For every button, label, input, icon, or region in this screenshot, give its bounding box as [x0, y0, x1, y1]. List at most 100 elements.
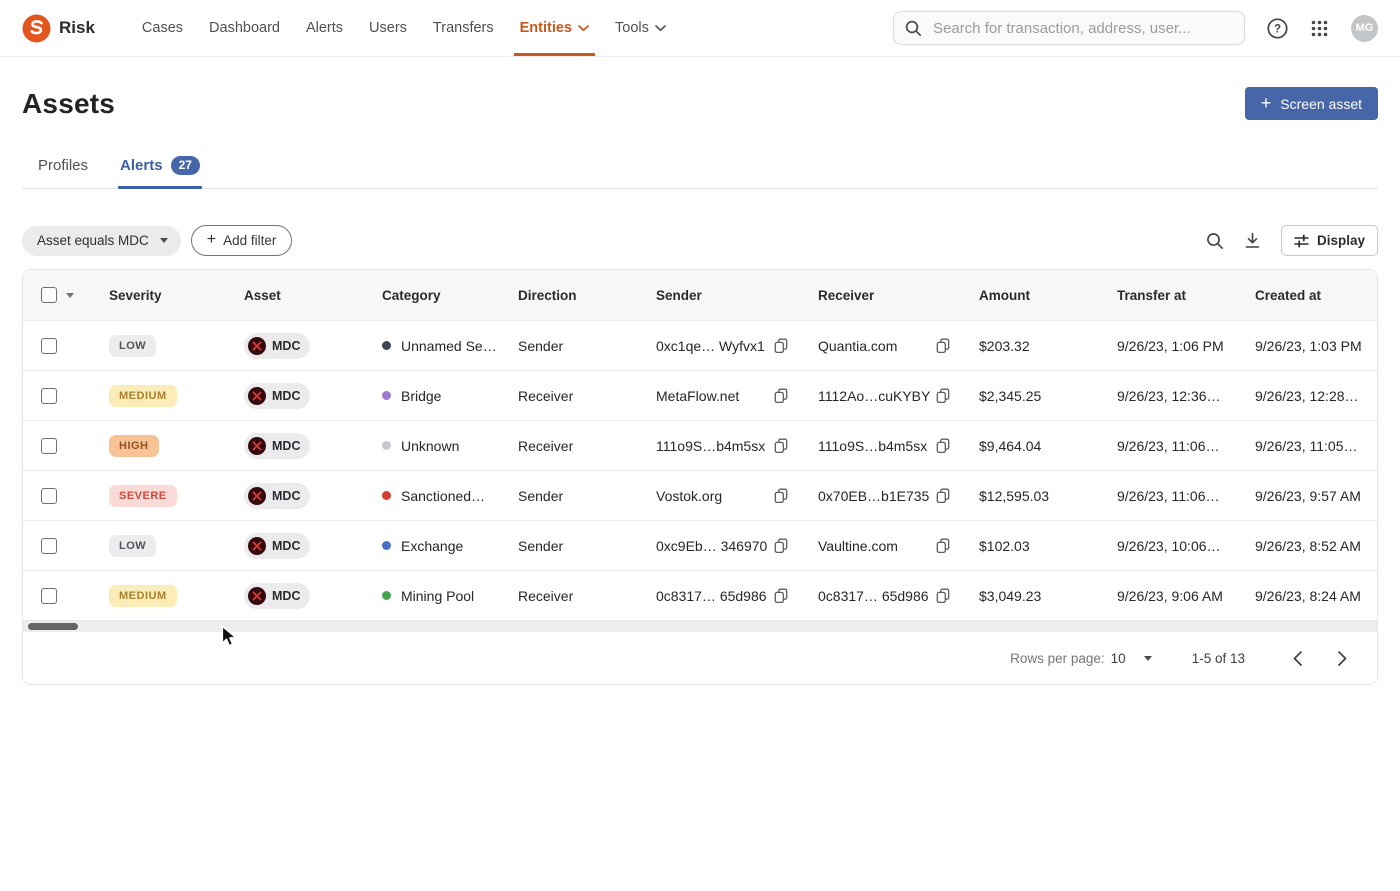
column-header-direction[interactable]: Direction	[518, 288, 656, 303]
copy-receiver-button[interactable]	[936, 438, 950, 454]
table-row[interactable]: MEDIUM MDC Bridge Receiver	[23, 370, 1377, 420]
global-search[interactable]	[893, 11, 1245, 45]
copy-receiver-button[interactable]	[936, 488, 950, 504]
brand[interactable]: Risk	[22, 0, 95, 56]
download-icon	[1244, 232, 1261, 249]
copy-receiver-button[interactable]	[936, 388, 950, 404]
copy-receiver-button[interactable]	[936, 588, 950, 604]
avatar[interactable]: MG	[1351, 15, 1378, 42]
nav-item-users[interactable]: Users	[356, 0, 420, 56]
created-at-cell: 9/26/23, 9:57 AM	[1255, 488, 1377, 504]
add-filter-button[interactable]: + Add filter	[191, 225, 293, 256]
table-row[interactable]: HIGH MDC Unknown Receiver	[23, 420, 1377, 470]
nav-item-dashboard[interactable]: Dashboard	[196, 0, 293, 56]
scrollbar-thumb[interactable]	[28, 623, 78, 630]
sender-value: Vostok.org	[656, 488, 722, 504]
category-dot	[382, 341, 391, 350]
copy-icon	[936, 438, 950, 454]
category-label: Unnamed Se…	[401, 338, 497, 354]
severity-badge: LOW	[109, 535, 156, 557]
nav-item-tools[interactable]: Tools	[602, 0, 679, 56]
nav-item-cases[interactable]: Cases	[129, 0, 196, 56]
row-checkbox[interactable]	[41, 338, 57, 354]
column-header-created-at[interactable]: Created at	[1255, 288, 1377, 303]
column-header-category[interactable]: Category	[382, 288, 518, 303]
row-checkbox[interactable]	[41, 438, 57, 454]
asset-chip: MDC	[244, 533, 310, 559]
receiver-value: Quantia.com	[818, 338, 897, 354]
risk-logo-icon	[22, 14, 51, 43]
row-checkbox[interactable]	[41, 588, 57, 604]
copy-receiver-button[interactable]	[936, 338, 950, 354]
direction-cell: Receiver	[518, 438, 656, 454]
asset-chip: MDC	[244, 383, 310, 409]
copy-icon	[936, 388, 950, 404]
row-checkbox[interactable]	[41, 488, 57, 504]
table-search-button[interactable]	[1206, 232, 1224, 250]
nav-item-alerts[interactable]: Alerts	[293, 0, 356, 56]
transfer-at-cell: 9/26/23, 9:06 AM	[1117, 588, 1255, 604]
tab-bar: Profiles Alerts 27	[22, 142, 1378, 189]
search-input[interactable]	[931, 19, 1233, 38]
search-icon	[1206, 232, 1224, 250]
copy-sender-button[interactable]	[774, 538, 788, 554]
direction-cell: Receiver	[518, 388, 656, 404]
filter-chip-asset[interactable]: Asset equals MDC	[22, 226, 181, 256]
nav-item-transfers[interactable]: Transfers	[420, 0, 507, 56]
transfer-at-cell: 9/26/23, 1:06 PM	[1117, 338, 1255, 354]
display-label: Display	[1317, 233, 1365, 248]
row-checkbox[interactable]	[41, 388, 57, 404]
apps-grid-button[interactable]	[1310, 19, 1329, 38]
select-all-checkbox[interactable]	[41, 287, 57, 303]
copy-receiver-button[interactable]	[936, 538, 950, 554]
previous-page-button[interactable]	[1289, 647, 1306, 670]
table-row[interactable]: LOW MDC Exchange Sender	[23, 520, 1377, 570]
asset-chip: MDC	[244, 333, 310, 359]
rows-per-page-caret-icon[interactable]	[1144, 656, 1152, 661]
next-page-button[interactable]	[1334, 647, 1351, 670]
horizontal-scrollbar[interactable]	[23, 620, 1377, 632]
nav-item-entities[interactable]: Entities	[507, 0, 602, 56]
copy-sender-button[interactable]	[774, 388, 788, 404]
rows-per-page-value[interactable]: 10	[1111, 651, 1126, 666]
add-filter-label: Add filter	[223, 233, 276, 248]
copy-icon	[936, 588, 950, 604]
transfer-at-cell: 9/26/23, 10:06…	[1117, 538, 1255, 554]
copy-sender-button[interactable]	[774, 438, 788, 454]
category-dot	[382, 541, 391, 550]
column-header-sender[interactable]: Sender	[656, 288, 818, 303]
asset-label: MDC	[272, 589, 300, 603]
select-menu-caret-icon[interactable]	[66, 293, 74, 298]
direction-cell: Sender	[518, 338, 656, 354]
severity-badge: SEVERE	[109, 485, 177, 507]
created-at-cell: 9/26/23, 11:05…	[1255, 438, 1377, 454]
table-row[interactable]: LOW MDC Unnamed Se… Sender	[23, 320, 1377, 370]
mdc-coin-icon	[248, 387, 266, 405]
column-header-transfer-at[interactable]: Transfer at	[1117, 288, 1255, 303]
table-row[interactable]: SEVERE MDC Sanctioned… Sender	[23, 470, 1377, 520]
copy-sender-button[interactable]	[774, 488, 788, 504]
column-header-amount[interactable]: Amount	[979, 288, 1117, 303]
tab-alerts[interactable]: Alerts 27	[118, 142, 202, 188]
tab-profiles[interactable]: Profiles	[36, 142, 90, 188]
column-header-asset[interactable]: Asset	[244, 288, 382, 303]
copy-sender-button[interactable]	[774, 588, 788, 604]
receiver-value: 0x70EB…b1E735	[818, 488, 929, 504]
copy-icon	[774, 538, 788, 554]
download-button[interactable]	[1244, 232, 1261, 249]
column-header-severity[interactable]: Severity	[109, 288, 244, 303]
column-header-receiver[interactable]: Receiver	[818, 288, 979, 303]
direction-cell: Sender	[518, 488, 656, 504]
copy-sender-button[interactable]	[774, 338, 788, 354]
svg-text:?: ?	[1274, 23, 1281, 35]
category-dot	[382, 491, 391, 500]
table-row[interactable]: MEDIUM MDC Mining Pool Receiver	[23, 570, 1377, 620]
main-content: Assets + Screen asset Profiles Alerts 27…	[0, 57, 1400, 685]
copy-icon	[774, 388, 788, 404]
asset-label: MDC	[272, 339, 300, 353]
row-checkbox[interactable]	[41, 538, 57, 554]
category-label: Unknown	[401, 438, 459, 454]
screen-asset-button[interactable]: + Screen asset	[1245, 87, 1378, 120]
help-button[interactable]: ?	[1267, 18, 1288, 39]
display-button[interactable]: Display	[1281, 225, 1378, 256]
